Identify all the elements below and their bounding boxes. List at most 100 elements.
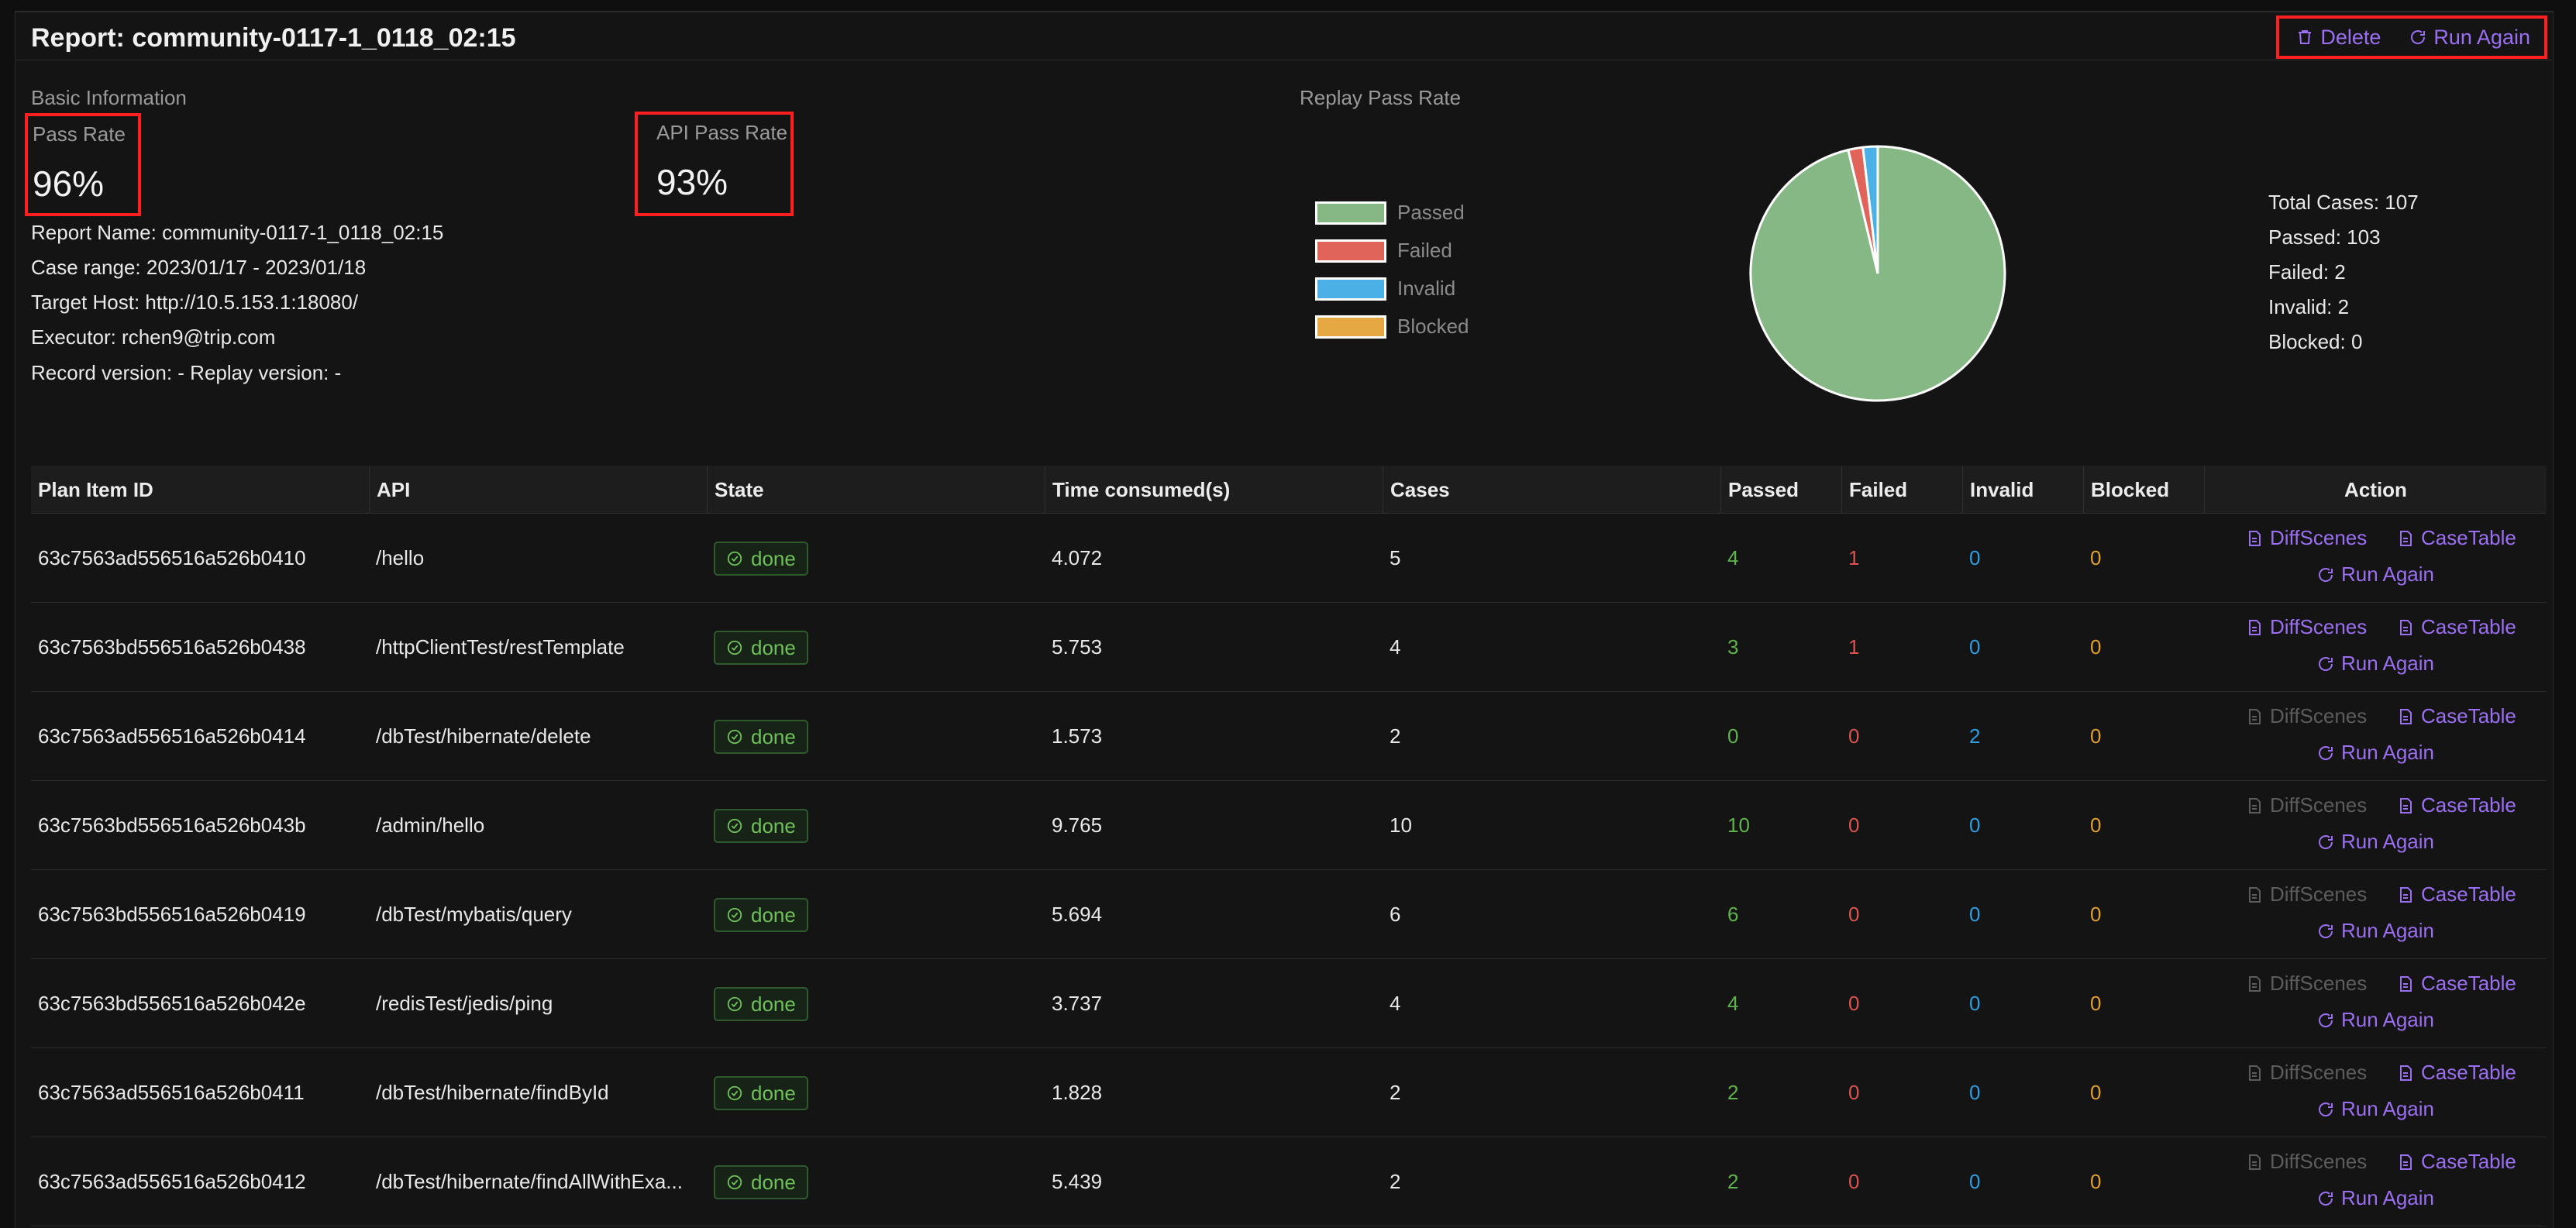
diffscenes-link: DiffScenes <box>2245 793 2367 817</box>
legend-label-blocked: Blocked <box>1397 315 1469 338</box>
col-cases[interactable]: Cases <box>1383 466 1720 514</box>
diffscenes-label: DiffScenes <box>2270 526 2368 549</box>
summary-total: Total Cases: 107 <box>2268 191 2419 214</box>
diffscenes-link: DiffScenes <box>2245 882 2367 906</box>
diffscenes-link: DiffScenes <box>2245 704 2367 728</box>
time-consumed: 1.828 <box>1052 1081 1103 1104</box>
col-state[interactable]: State <box>707 466 1045 514</box>
diffscenes-link[interactable]: DiffScenes <box>2245 526 2367 550</box>
row-run-again-link[interactable]: Run Again <box>2316 1097 2434 1121</box>
passed-count: 4 <box>1727 992 1739 1015</box>
table-row: 63c7563ad556516a526b0414/dbTest/hibernat… <box>31 692 2547 781</box>
table-row: 63c7563bd556516a526b043b/admin/hello done… <box>31 781 2547 870</box>
passed-count: 2 <box>1727 1081 1739 1104</box>
check-circle-icon <box>727 818 742 834</box>
delete-button[interactable]: Delete <box>2295 26 2381 50</box>
trash-icon <box>2299 30 2312 44</box>
cases-count: 4 <box>1390 635 1401 659</box>
casetable-label: CaseTable <box>2421 526 2516 549</box>
cases-count: 5 <box>1390 546 1401 569</box>
col-failed[interactable]: Failed <box>1841 466 1962 514</box>
row-run-again-link[interactable]: Run Again <box>2316 919 2434 943</box>
passed-count: 6 <box>1727 903 1739 926</box>
plan-item-id: 63c7563ad556516a526b0414 <box>38 724 306 748</box>
run-again-button[interactable]: Run Again <box>2409 26 2530 50</box>
document-icon <box>2400 708 2412 724</box>
col-time[interactable]: Time consumed(s) <box>1045 466 1383 514</box>
cases-count: 10 <box>1390 814 1412 837</box>
legend-blocked: Blocked <box>1315 315 1469 339</box>
reload-icon <box>2411 30 2426 44</box>
legend-swatch-blocked <box>1315 315 1386 339</box>
passed-count: 3 <box>1727 635 1739 659</box>
casetable-link[interactable]: CaseTable <box>2396 1061 2516 1085</box>
invalid-count: 0 <box>1969 1170 1981 1193</box>
time-consumed: 5.439 <box>1052 1170 1103 1193</box>
run-again-label: Run Again <box>2433 25 2530 49</box>
casetable-link[interactable]: CaseTable <box>2396 615 2516 639</box>
api-pass-rate-box: API Pass Rate 93% <box>635 112 794 216</box>
row-run-again-link[interactable]: Run Again <box>2316 830 2434 854</box>
cases-count: 2 <box>1390 1081 1401 1104</box>
api-path: /dbTest/hibernate/delete <box>376 724 591 748</box>
status-label: done <box>751 903 796 927</box>
failed-count: 0 <box>1848 992 1860 1015</box>
col-invalid[interactable]: Invalid <box>1962 466 2083 514</box>
casetable-link[interactable]: CaseTable <box>2396 972 2516 996</box>
casetable-link[interactable]: CaseTable <box>2396 704 2516 728</box>
status-badge: done <box>714 898 808 932</box>
diffscenes-label: DiffScenes <box>2270 1061 2368 1084</box>
invalid-count: 0 <box>1969 1081 1981 1104</box>
failed-count: 1 <box>1848 546 1860 569</box>
summary-blocked: Blocked: 0 <box>2268 330 2363 353</box>
target-host-line: Target Host: http://10.5.153.1:18080/ <box>31 291 359 314</box>
page-title: Report: community-0117-1_0118_02:15 <box>31 23 516 53</box>
cases-count: 2 <box>1390 724 1401 748</box>
plan-item-id: 63c7563ad556516a526b0412 <box>38 1170 306 1193</box>
row-run-again-label: Run Again <box>2341 741 2434 764</box>
legend-label-failed: Failed <box>1397 239 1452 262</box>
row-run-again-link[interactable]: Run Again <box>2316 741 2434 765</box>
time-consumed: 9.765 <box>1052 814 1103 837</box>
status-label: done <box>751 1171 796 1194</box>
api-pass-rate-label: API Pass Rate <box>656 121 788 144</box>
row-run-again-link[interactable]: Run Again <box>2316 652 2434 676</box>
row-run-again-link[interactable]: Run Again <box>2316 1008 2434 1032</box>
casetable-link[interactable]: CaseTable <box>2396 1150 2516 1174</box>
casetable-label: CaseTable <box>2421 704 2516 728</box>
legend-label-passed: Passed <box>1397 201 1465 224</box>
document-icon <box>2249 886 2261 903</box>
executor-line: Executor: rchen9@trip.com <box>31 325 276 349</box>
document-icon <box>2400 797 2412 814</box>
state-cell: done <box>707 692 1045 781</box>
diffscenes-link: DiffScenes <box>2245 1150 2367 1174</box>
plan-items-table: Plan Item ID API State Time consumed(s) … <box>31 466 2547 1226</box>
diffscenes-label: DiffScenes <box>2270 882 2368 906</box>
diffscenes-link[interactable]: DiffScenes <box>2245 615 2367 639</box>
casetable-link[interactable]: CaseTable <box>2396 526 2516 550</box>
blocked-count: 0 <box>2090 1081 2102 1104</box>
casetable-link[interactable]: CaseTable <box>2396 882 2516 906</box>
api-path: /redisTest/jedis/ping <box>376 992 553 1015</box>
pass-rate-label: Pass Rate <box>33 122 126 146</box>
replay-title: Replay Pass Rate <box>1300 86 1462 109</box>
status-badge: done <box>714 1165 808 1199</box>
col-plan-item-id[interactable]: Plan Item ID <box>31 466 369 514</box>
blocked-count: 0 <box>2090 635 2102 659</box>
row-run-again-link[interactable]: Run Again <box>2316 1186 2434 1210</box>
blocked-count: 0 <box>2090 1170 2102 1193</box>
diffscenes-label: DiffScenes <box>2270 972 2368 995</box>
report-header: Report: community-0117-1_0118_02:15 Dele… <box>15 12 2554 60</box>
row-run-again-link[interactable]: Run Again <box>2316 562 2434 586</box>
col-blocked[interactable]: Blocked <box>2083 466 2204 514</box>
diffscenes-label: DiffScenes <box>2270 793 2368 817</box>
document-icon <box>2400 1154 2412 1170</box>
time-consumed: 5.753 <box>1052 635 1103 659</box>
casetable-link[interactable]: CaseTable <box>2396 793 2516 817</box>
blocked-count: 0 <box>2090 724 2102 748</box>
api-path: /admin/hello <box>376 814 485 837</box>
col-api[interactable]: API <box>369 466 707 514</box>
plan-item-id: 63c7563bd556516a526b0438 <box>38 635 306 659</box>
col-passed[interactable]: Passed <box>1720 466 1841 514</box>
invalid-count: 0 <box>1969 635 1981 659</box>
